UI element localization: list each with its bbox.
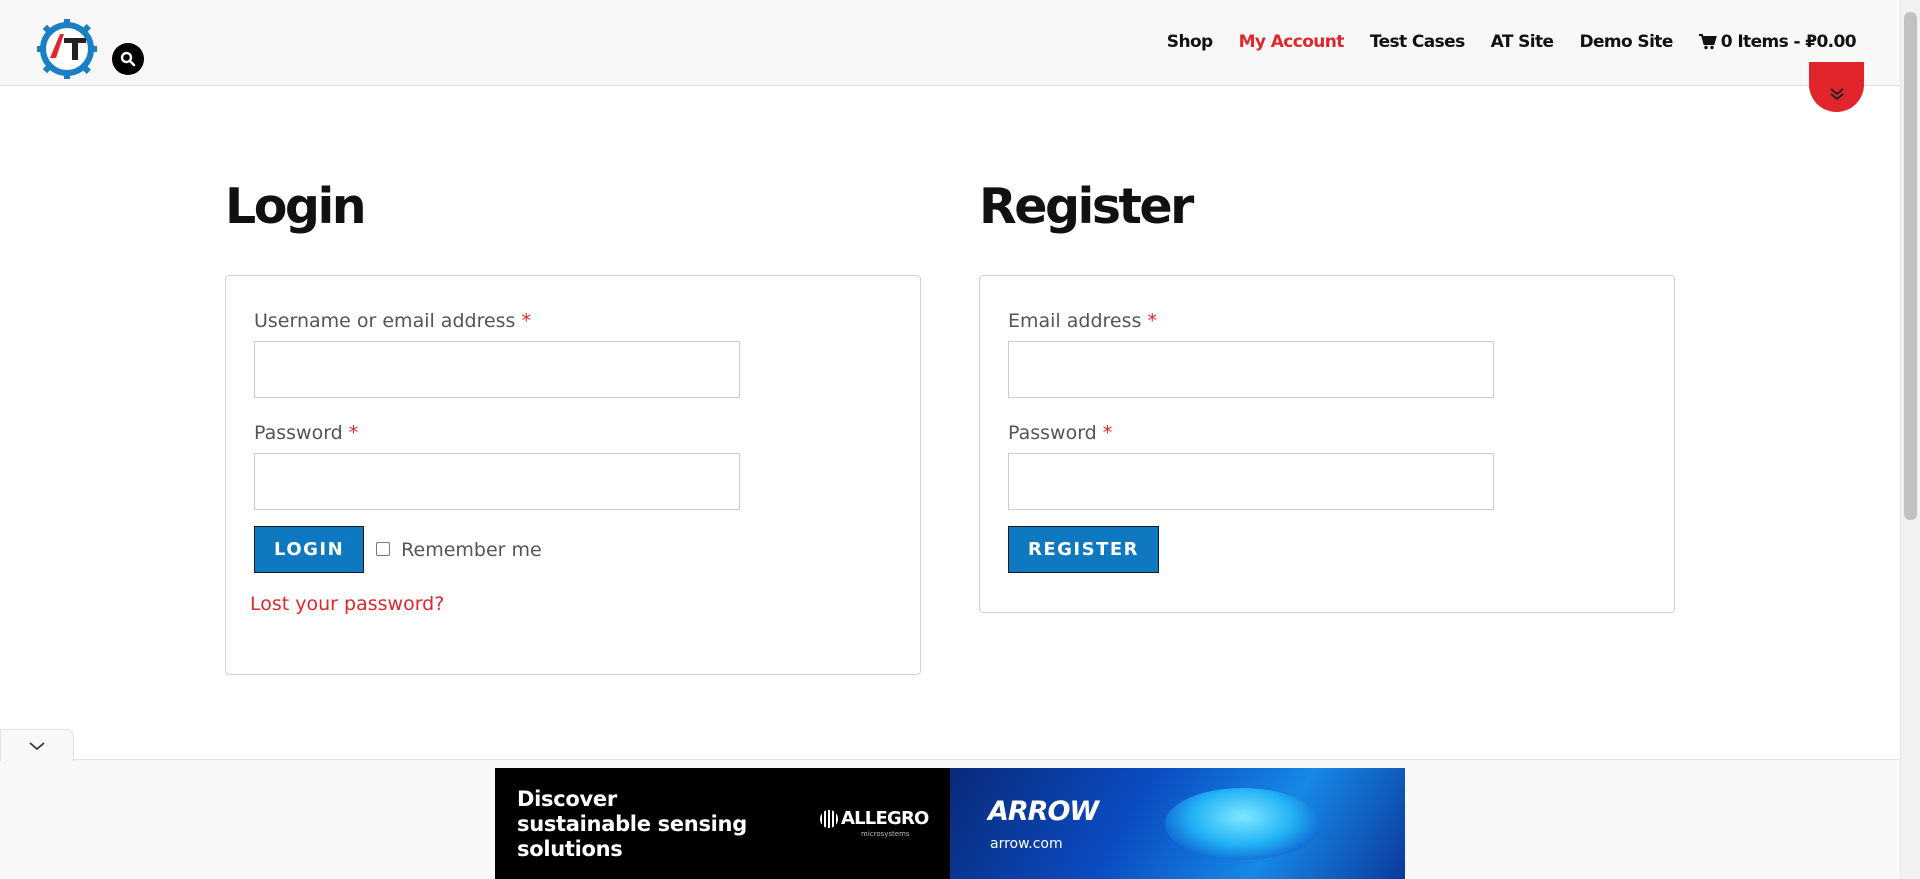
register-password-label: Password *: [1008, 422, 1646, 444]
search-button[interactable]: [112, 43, 144, 75]
required-mark: *: [1102, 422, 1113, 444]
login-title: Login: [225, 178, 367, 235]
allegro-logo: ALLEGRO: [820, 808, 929, 829]
ad-headline-line: Discover: [517, 787, 617, 811]
scrollbar-thumb[interactable]: [1904, 12, 1917, 520]
nav-at-site[interactable]: AT Site: [1491, 32, 1554, 52]
ad-headline-line: solutions: [517, 837, 623, 861]
register-form: Email address * Password * REGISTER: [979, 275, 1675, 613]
password-label-text: Password: [254, 422, 343, 444]
site-logo[interactable]: [34, 16, 100, 82]
ad-left-panel: Discover sustainable sensing solutions A…: [495, 768, 950, 879]
register-button[interactable]: REGISTER: [1008, 526, 1160, 573]
password-label: Password *: [254, 422, 892, 444]
chevron-down-icon: [29, 741, 45, 750]
login-button[interactable]: LOGIN: [254, 526, 365, 573]
ad-right-panel: ARROW arrow.com: [950, 768, 1405, 879]
password-input[interactable]: [254, 453, 740, 510]
cloud-graphic-icon: [1165, 788, 1320, 860]
double-chevron-down-icon: [1829, 88, 1844, 101]
required-mark: *: [521, 310, 532, 332]
login-actions: LOGIN Remember me: [254, 526, 892, 573]
required-mark: *: [1147, 310, 1157, 332]
ad-headline: Discover sustainable sensing solutions: [517, 787, 747, 862]
arrow-logo: ARROW: [988, 796, 1099, 827]
ad-banner[interactable]: Discover sustainable sensing solutions A…: [495, 768, 1405, 879]
remember-me-label: Remember me: [401, 538, 542, 561]
allegro-subtext: microsystems: [861, 830, 910, 838]
search-icon: [120, 51, 136, 67]
required-mark: *: [348, 422, 359, 444]
register-section: Register Email address * Password * REGI…: [979, 170, 1675, 613]
register-password-label-text: Password: [1008, 422, 1097, 444]
register-password-input[interactable]: [1008, 453, 1494, 510]
allegro-text: ALLEGRO: [841, 808, 929, 829]
login-form: Username or email address * Password * L…: [225, 275, 921, 675]
main-nav: Shop My Account Test Cases AT Site Demo …: [1141, 32, 1857, 52]
remember-me-checkbox[interactable]: [376, 541, 391, 556]
login-section: Login Username or email address * Passwo…: [225, 170, 921, 675]
username-label: Username or email address *: [254, 310, 892, 332]
nav-shop[interactable]: Shop: [1167, 32, 1213, 52]
username-input[interactable]: [254, 341, 740, 398]
remember-me[interactable]: Remember me: [376, 539, 542, 561]
register-title: Register: [979, 178, 1194, 235]
register-actions: REGISTER: [1008, 526, 1646, 573]
nav-my-account[interactable]: My Account: [1239, 32, 1345, 52]
nav-test-cases[interactable]: Test Cases: [1370, 32, 1465, 52]
ad-headline-line: sustainable sensing: [517, 812, 747, 836]
allegro-mark-icon: [820, 809, 838, 828]
scroll-down-button[interactable]: [1809, 62, 1864, 112]
nav-demo-site[interactable]: Demo Site: [1579, 32, 1673, 52]
cart-icon: [1698, 34, 1717, 50]
ad-collapse-tab[interactable]: [0, 729, 74, 761]
site-header: Shop My Account Test Cases AT Site Demo …: [0, 0, 1900, 86]
email-label: Email address *: [1008, 310, 1646, 332]
username-label-text: Username or email address: [254, 310, 516, 332]
lost-password-link[interactable]: Lost your password?: [250, 593, 892, 615]
email-input[interactable]: [1008, 341, 1494, 398]
page-scrollbar[interactable]: [1900, 0, 1920, 879]
arrow-url: arrow.com: [990, 836, 1063, 852]
nav-cart[interactable]: 0 Items - ₽0.00: [1698, 32, 1857, 52]
cart-summary: 0 Items - ₽0.00: [1720, 32, 1857, 52]
email-label-text: Email address: [1008, 310, 1142, 332]
